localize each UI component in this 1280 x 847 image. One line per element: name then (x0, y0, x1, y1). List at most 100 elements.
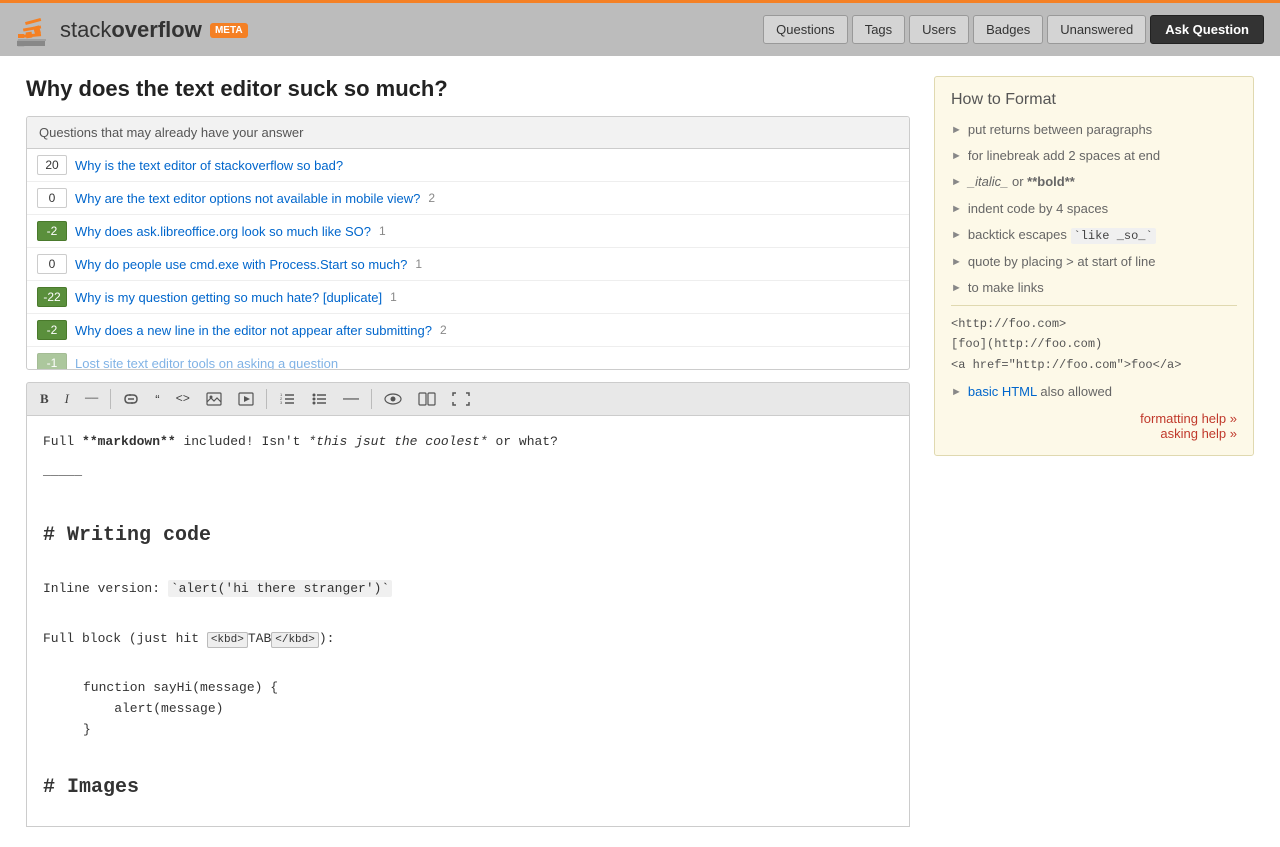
question-link[interactable]: Lost site text editor tools on asking a … (75, 356, 338, 370)
editor-content: Full **markdown** included! Isn't *this … (43, 432, 893, 804)
nav-tags[interactable]: Tags (852, 15, 905, 44)
media-button[interactable] (231, 388, 261, 410)
image-button[interactable] (199, 388, 229, 410)
side-by-side-icon (418, 392, 436, 406)
arrow-icon: ► (951, 123, 962, 138)
arrow-icon: ► (951, 228, 962, 243)
nav-questions[interactable]: Questions (763, 15, 848, 44)
arrow-icon: ► (951, 175, 962, 190)
unordered-list-button[interactable] (304, 388, 334, 410)
how-to-format-title: How to Format (951, 91, 1237, 109)
ask-question-button[interactable]: Ask Question (1150, 15, 1264, 44)
htf-text: backtick escapes `like _so_` (968, 226, 1156, 245)
link-icon (123, 392, 139, 406)
htf-text: _italic_ or **bold** (968, 173, 1075, 191)
asking-help-link[interactable]: asking help » (1160, 426, 1237, 441)
image-icon (206, 392, 222, 406)
table-row: 0 Why are the text editor options not av… (27, 182, 909, 215)
formatting-help-link[interactable]: formatting help » (1140, 411, 1237, 426)
question-link[interactable]: Why are the text editor options not avai… (75, 191, 420, 206)
score-badge: -2 (37, 221, 67, 241)
arrow-icon: ► (951, 202, 962, 217)
meta-badge: META (210, 23, 248, 38)
question-link[interactable]: Why is my question getting so much hate?… (75, 290, 382, 305)
htf-text: indent code by 4 spaces (968, 200, 1108, 218)
page-title: Why does the text editor suck so much? (26, 76, 910, 102)
arrow-icon: ► (951, 385, 962, 400)
nav-unanswered[interactable]: Unanswered (1047, 15, 1146, 44)
question-link[interactable]: Why do people use cmd.exe with Process.S… (75, 257, 407, 272)
score-badge: 0 (37, 254, 67, 274)
fullscreen-button[interactable] (445, 388, 477, 410)
unordered-list-icon (311, 392, 327, 406)
htf-text: put returns between paragraphs (968, 121, 1152, 139)
answer-count: 1 (379, 224, 386, 238)
htf-item-paragraphs: ► put returns between paragraphs (951, 121, 1237, 139)
htf-item-links: ► to make links (951, 279, 1237, 297)
answer-count: 2 (428, 191, 435, 205)
arrow-icon: ► (951, 255, 962, 270)
htf-item-italic-bold: ► _italic_ or **bold** (951, 173, 1237, 191)
table-row: -2 Why does ask.libreoffice.org look so … (27, 215, 909, 248)
blockquote-button[interactable]: “ (148, 388, 166, 411)
similar-questions-header: Questions that may already have your ans… (27, 117, 909, 149)
content-area: Why does the text editor suck so much? Q… (26, 76, 910, 827)
htf-item-indent: ► indent code by 4 spaces (951, 200, 1237, 218)
editor-area[interactable]: Full **markdown** included! Isn't *this … (26, 415, 910, 827)
how-to-format-box: How to Format ► put returns between para… (934, 76, 1254, 456)
logo[interactable]: stackoverflow META (16, 12, 248, 48)
link-button[interactable] (116, 388, 146, 410)
question-link[interactable]: Why is the text editor of stackoverflow … (75, 158, 343, 173)
htf-text: to make links (968, 279, 1044, 297)
score-badge: -1 (37, 353, 67, 369)
side-by-side-button[interactable] (411, 388, 443, 410)
svg-text:3: 3 (280, 400, 283, 405)
score-badge: 0 (37, 188, 67, 208)
ordered-list-icon: 1 2 3 (279, 392, 295, 406)
arrow-icon: ► (951, 149, 962, 164)
nav-badges[interactable]: Badges (973, 15, 1043, 44)
main-layout: Why does the text editor suck so much? Q… (10, 56, 1270, 847)
italic-button[interactable]: I (58, 387, 76, 411)
code-block-button[interactable]: <> (169, 388, 197, 410)
hr-button[interactable]: — (336, 387, 366, 411)
toolbar-separator-3 (371, 389, 372, 409)
htf-item-html: ► basic HTML also allowed (951, 383, 1237, 401)
editor-toolbar: B I —— “ <> (26, 382, 910, 415)
ordered-list-button[interactable]: 1 2 3 (272, 388, 302, 410)
answer-count: 1 (390, 290, 397, 304)
preview-button[interactable] (377, 388, 409, 410)
media-icon (238, 392, 254, 406)
table-row: -1 Lost site text editor tools on asking… (27, 347, 909, 369)
logo-text: stackoverflow META (60, 17, 248, 43)
nav-users[interactable]: Users (909, 15, 969, 44)
fullscreen-icon (452, 392, 470, 406)
htf-text: quote by placing > at start of line (968, 253, 1156, 271)
score-badge: -22 (37, 287, 67, 307)
question-link[interactable]: Why does ask.libreoffice.org look so muc… (75, 224, 371, 239)
table-row: 0 Why do people use cmd.exe with Process… (27, 248, 909, 281)
score-badge: -2 (37, 320, 67, 340)
main-nav: Questions Tags Users Badges Unanswered A… (763, 15, 1264, 44)
toolbar-separator (110, 389, 111, 409)
bold-button[interactable]: B (33, 387, 56, 411)
arrow-icon: ► (951, 281, 962, 296)
eye-icon (384, 392, 402, 406)
table-row: -2 Why does a new line in the editor not… (27, 314, 909, 347)
basic-html-link[interactable]: basic HTML (968, 384, 1037, 399)
logo-icon (16, 12, 52, 48)
code-inline-button[interactable]: —— (78, 389, 105, 409)
table-row: -22 Why is my question getting so much h… (27, 281, 909, 314)
htf-item-backtick: ► backtick escapes `like _so_` (951, 226, 1237, 245)
toolbar-separator-2 (266, 389, 267, 409)
sidebar: How to Format ► put returns between para… (934, 76, 1254, 827)
question-link[interactable]: Why does a new line in the editor not ap… (75, 323, 432, 338)
htf-text: for linebreak add 2 spaces at end (968, 147, 1160, 165)
htf-links-examples: <http://foo.com> [foo](http://foo.com) <… (951, 305, 1237, 375)
table-row: 20 Why is the text editor of stackoverfl… (27, 149, 909, 182)
similar-questions-list[interactable]: 20 Why is the text editor of stackoverfl… (27, 149, 909, 369)
answer-count: 1 (415, 257, 422, 271)
htf-item-quote: ► quote by placing > at start of line (951, 253, 1237, 271)
score-badge: 20 (37, 155, 67, 175)
site-header: stackoverflow META Questions Tags Users … (0, 0, 1280, 56)
